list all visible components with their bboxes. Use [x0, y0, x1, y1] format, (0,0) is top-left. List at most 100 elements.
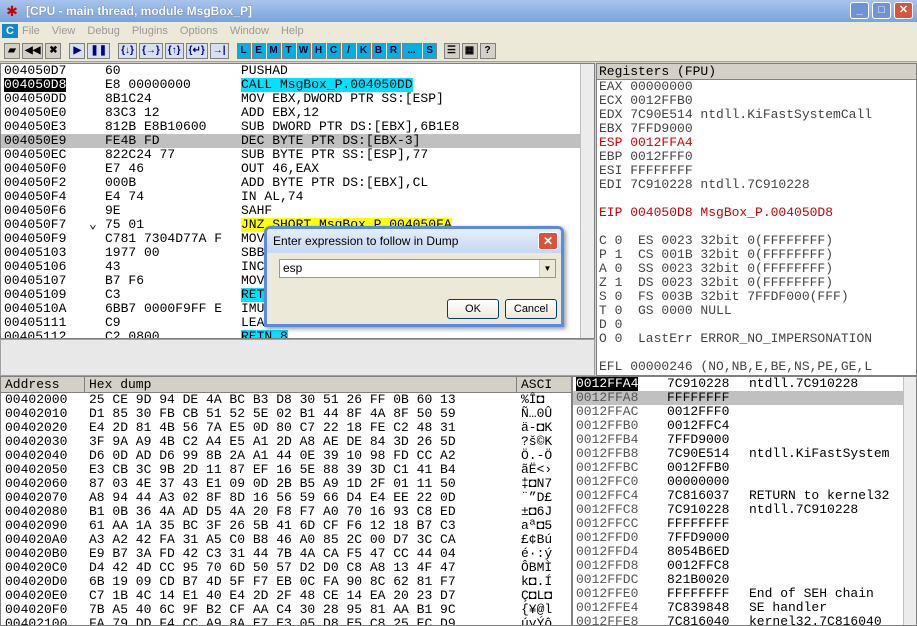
dump-col-hex[interactable]: Hex dump: [85, 377, 517, 393]
close-button[interactable]: ✕: [894, 2, 913, 19]
stack-pane[interactable]: 0012FFA4 7C910228 ntdll.7C910228 0012FFA8 FF…: [572, 376, 917, 626]
patches-window-button[interactable]: /: [341, 42, 356, 59]
menu-window[interactable]: Window: [230, 25, 269, 37]
register-line[interactable]: C 0 ES 0023 32bit 0(FFFFFFFF): [599, 234, 916, 248]
run-icon[interactable]: ▶: [69, 42, 86, 59]
dump-row[interactable]: 004020E0 C7 1B 4C 14 E1 40 E4 2D 2F 48 CE…: [1, 589, 571, 603]
source-window-button[interactable]: S: [422, 42, 437, 59]
register-line[interactable]: D 0: [599, 318, 916, 332]
register-line[interactable]: EFL 00000246 (NO,NB,E,BE,NS,PE,GE,L: [599, 360, 916, 374]
cancel-button[interactable]: Cancel: [505, 299, 557, 319]
stack-row[interactable]: 0012FFC8 7C910228 ntdll.7C910228: [573, 503, 916, 517]
stack-row[interactable]: 0012FFAC 0012FFF0: [573, 405, 916, 419]
stack-row[interactable]: 0012FFD8 0012FFC8: [573, 559, 916, 573]
trace-over-icon[interactable]: {↵}: [185, 42, 208, 59]
disasm-row[interactable]: 004050D8 E8 00000000 CALL MsgBox_P.004050D…: [1, 78, 594, 92]
hex-dump-pane[interactable]: Address Hex dump ASCI 00402000 25 CE 9D 9…: [0, 376, 572, 626]
stack-row[interactable]: 0012FFE8 7C816040 kernel32.7C816040: [573, 615, 916, 626]
dump-row[interactable]: 00402010 D1 85 30 FB CB 51 52 5E 02 B1 44…: [1, 407, 571, 421]
stack-row[interactable]: 0012FFB4 7FFD9000: [573, 433, 916, 447]
handles-window-button[interactable]: H: [311, 42, 326, 59]
dump-row[interactable]: 004020A0 A3 A2 42 FA 31 A5 C0 B8 46 A0 85…: [1, 533, 571, 547]
stack-row[interactable]: 0012FFBC 0012FFB0: [573, 461, 916, 475]
disasm-row[interactable]: 004050E0 83C3 12 ADD EBX,12: [1, 106, 594, 120]
register-line[interactable]: EBX 7FFD9000: [599, 122, 916, 136]
stack-row[interactable]: 0012FFC4 7C816037 RETURN to kernel32: [573, 489, 916, 503]
register-line[interactable]: EBP 0012FFF0: [599, 150, 916, 164]
menu-file[interactable]: File: [22, 25, 40, 37]
dump-row[interactable]: 004020F0 7B A5 40 6C 9F B2 CF AA C4 30 28…: [1, 603, 571, 617]
registers-pane[interactable]: Registers (FPU) EAX 00000000 ECX 0012FFB0…: [596, 63, 917, 376]
dump-row[interactable]: 00402050 E3 CB 3C 9B 2D 11 87 EF 16 5E 88…: [1, 463, 571, 477]
open-folder-icon[interactable]: ▰: [4, 42, 20, 59]
register-line[interactable]: T 0 GS 0000 NULL: [599, 304, 916, 318]
dump-col-ascii[interactable]: ASCI: [517, 377, 571, 393]
register-line[interactable]: O 0 LastErr ERROR_NO_IMPERSONATION: [599, 332, 916, 346]
disasm-row[interactable]: 004050DD 8B1C24 MOV EBX,DWORD PTR SS:[ESP]: [1, 92, 594, 106]
ok-button[interactable]: OK: [447, 299, 499, 319]
memory-window-button[interactable]: M: [266, 42, 281, 59]
list-icon[interactable]: ☰: [443, 42, 460, 59]
stack-row[interactable]: 0012FFB0 0012FFC4: [573, 419, 916, 433]
dump-row[interactable]: 00402070 A8 94 44 A3 02 8F 8D 16 56 59 66…: [1, 491, 571, 505]
register-line[interactable]: S 0 FS 003B 32bit 7FFDF000(FFF): [599, 290, 916, 304]
stack-row[interactable]: 0012FFD0 7FFD9000: [573, 531, 916, 545]
maximize-button[interactable]: □: [872, 2, 891, 19]
register-line[interactable]: EDX 7C90E514 ntdll.KiFastSystemCall: [599, 108, 916, 122]
disasm-row[interactable]: 004050E3 812B E8B10600 SUB DWORD PTR DS:[E…: [1, 120, 594, 134]
dump-row[interactable]: 004020C0 D4 42 4D CC 95 70 6D 50 57 D2 D0…: [1, 561, 571, 575]
close-file-icon[interactable]: ✖: [45, 42, 62, 59]
register-line[interactable]: P 1 CS 001B 32bit 0(FFFFFFFF): [599, 248, 916, 262]
dump-row[interactable]: 00402080 B1 0B 36 4A AD D5 4A 20 F8 F7 A0…: [1, 505, 571, 519]
menu-options[interactable]: Options: [180, 25, 218, 37]
disasm-scrollbar[interactable]: [580, 64, 594, 338]
stack-row[interactable]: 0012FFB8 7C90E514 ntdll.KiFastSystem: [573, 447, 916, 461]
colors-icon[interactable]: ▦: [461, 42, 478, 59]
stack-row[interactable]: 0012FFC0 00000000: [573, 475, 916, 489]
stack-row[interactable]: 0012FFA8 FFFFFFFF: [573, 391, 916, 405]
cpu-window-button[interactable]: C: [326, 42, 341, 59]
dump-row[interactable]: 00402090 61 AA 1A 35 BC 3F 26 5B 41 6D CF…: [1, 519, 571, 533]
disasm-row[interactable]: 00405112 C2 0800 RETN 8: [1, 330, 594, 338]
disasm-row[interactable]: 004050F0 E7 46 OUT 46,EAX: [1, 162, 594, 176]
call-stack-button[interactable]: K: [356, 42, 371, 59]
disasm-row[interactable]: 004050F6 9E SAHF: [1, 204, 594, 218]
execute-till-return-icon[interactable]: →|: [209, 42, 229, 59]
disasm-row[interactable]: 004050F4 E4 74 IN AL,74: [1, 190, 594, 204]
register-line[interactable]: [599, 220, 916, 234]
register-line[interactable]: EIP 004050D8 MsgBox_P.004050D8: [599, 206, 916, 220]
register-line[interactable]: [599, 192, 916, 206]
menu-debug[interactable]: Debug: [87, 25, 119, 37]
minimize-button[interactable]: _: [850, 2, 869, 19]
log-window-button[interactable]: L: [236, 42, 251, 59]
windows-window-button[interactable]: W: [296, 42, 311, 59]
dump-row[interactable]: 004020B0 E9 B7 3A FD 42 C3 31 44 7B 4A CA…: [1, 547, 571, 561]
register-line[interactable]: A 0 SS 0023 32bit 0(FFFFFFFF): [599, 262, 916, 276]
rewind-icon[interactable]: ◀◀: [22, 42, 44, 59]
dump-row[interactable]: 004020D0 6B 19 09 CD B7 4D 5F F7 EB 0C FA…: [1, 575, 571, 589]
run-trace-button[interactable]: ...: [401, 42, 422, 59]
chevron-down-icon[interactable]: ▼: [539, 260, 555, 277]
threads-window-button[interactable]: T: [281, 42, 296, 59]
dialog-close-button[interactable]: ✕: [538, 232, 558, 250]
menu-plugins[interactable]: Plugins: [132, 25, 168, 37]
register-line[interactable]: Z 1 DS 0023 32bit 0(FFFFFFFF): [599, 276, 916, 290]
disasm-row[interactable]: 004050EC 822C24 77 SUB BYTE PTR SS:[ESP],7…: [1, 148, 594, 162]
disasm-row[interactable]: 004050F2 000B ADD BYTE PTR DS:[EBX],CL: [1, 176, 594, 190]
pause-icon[interactable]: ❚❚: [87, 42, 111, 59]
stack-row[interactable]: 0012FFCC FFFFFFFF: [573, 517, 916, 531]
menu-help[interactable]: Help: [281, 25, 304, 37]
dump-row[interactable]: 00402040 D6 0D AD D6 99 8B 2A A1 44 0E 39…: [1, 449, 571, 463]
dump-col-address[interactable]: Address: [1, 377, 85, 393]
step-into-icon[interactable]: {↓}: [118, 42, 137, 59]
expression-input[interactable]: esp ▼: [279, 259, 556, 278]
breakpoints-window-button[interactable]: B: [371, 42, 386, 59]
dump-row[interactable]: 00402100 FA 79 DD F4 CC A9 8A E7 E3 05 D8…: [1, 617, 571, 626]
disasm-row[interactable]: 004050D7 60 PUSHAD: [1, 64, 594, 78]
dump-row[interactable]: 00402020 E4 2D 81 4B 56 7A E5 0D 80 C7 22…: [1, 421, 571, 435]
register-line[interactable]: EDI 7C910228 ntdll.7C910228: [599, 178, 916, 192]
trace-into-icon[interactable]: {↑}: [164, 42, 184, 59]
disasm-row[interactable]: 004050E9 FE4B FD DEC BYTE PTR DS:[EBX-3]: [1, 134, 594, 148]
dump-row[interactable]: 00402060 87 03 4E 37 43 E1 09 0D 2B B5 A9…: [1, 477, 571, 491]
register-line[interactable]: [599, 346, 916, 360]
